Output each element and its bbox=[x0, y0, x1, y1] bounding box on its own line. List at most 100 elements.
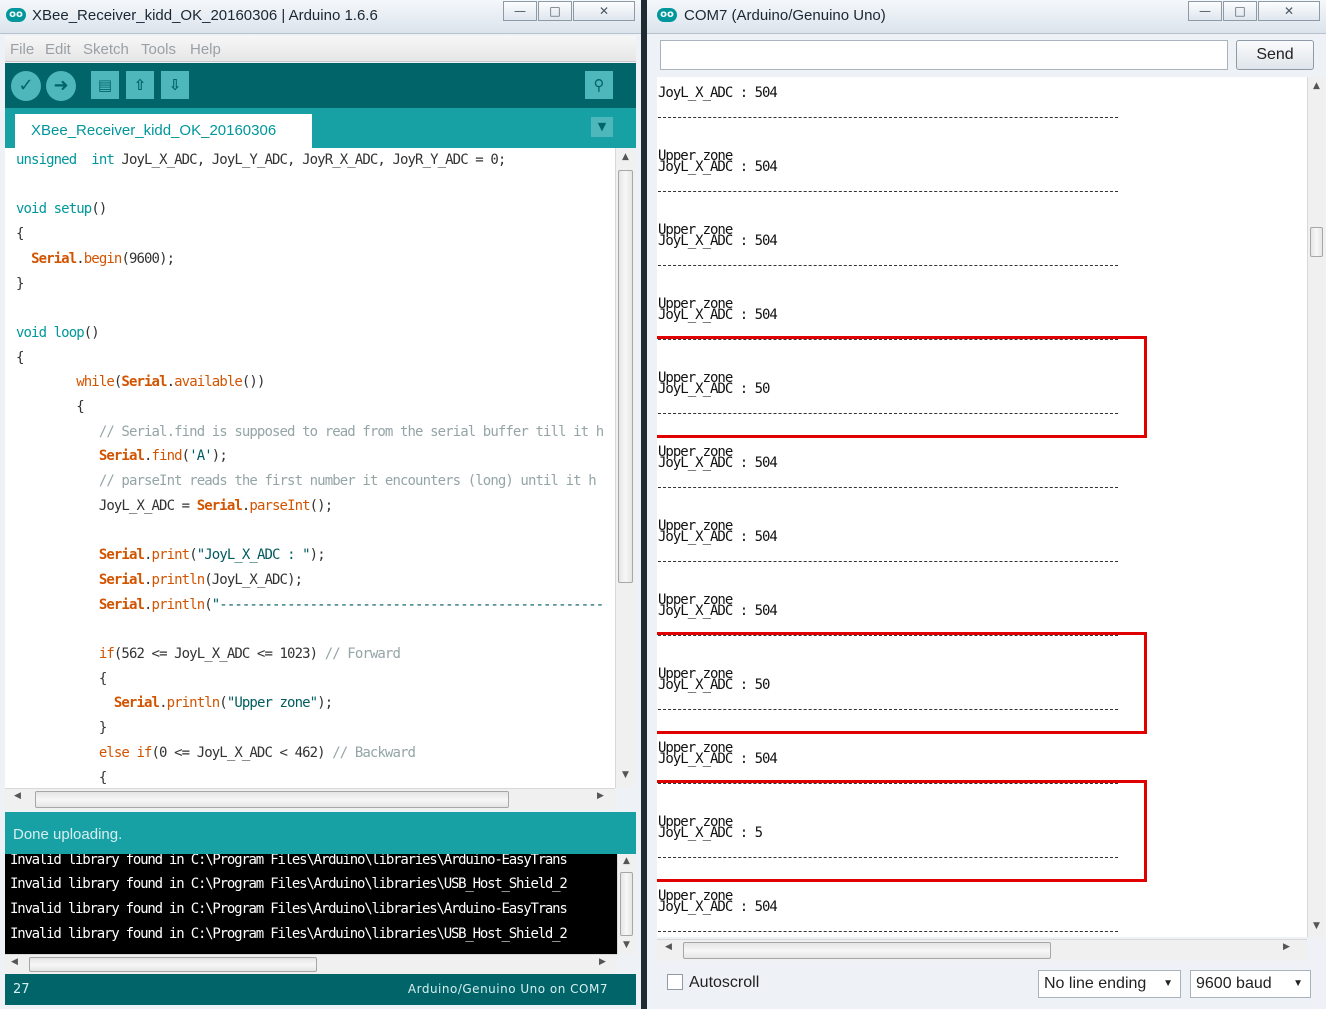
code-token: JoyL_X_ADC = bbox=[16, 497, 197, 514]
code-token: JoyL_X_ADC, JoyL_Y_ADC, JoyR_X_ADC, JoyR… bbox=[113, 152, 506, 168]
code-editor[interactable]: unsigned int JoyL_X_ADC, JoyL_Y_ADC, Joy… bbox=[5, 148, 615, 788]
scroll-thumb[interactable] bbox=[1310, 227, 1323, 257]
code-token: 'A' bbox=[189, 448, 212, 465]
code-line: } bbox=[16, 272, 24, 296]
code-token: println bbox=[151, 596, 206, 613]
code-token: . bbox=[144, 547, 152, 564]
code-token: println bbox=[151, 571, 206, 588]
code-token: . bbox=[76, 250, 84, 267]
serial-send-input[interactable] bbox=[660, 40, 1228, 70]
code-line: { bbox=[16, 346, 24, 370]
serial-horizontal-scrollbar[interactable]: ◀ ▶ bbox=[657, 939, 1307, 961]
code-token: . bbox=[144, 571, 152, 588]
code-token: ( bbox=[189, 547, 197, 564]
code-line: else if(0 <= JoyL_X_ADC < 462) // Backwa… bbox=[16, 741, 416, 765]
scroll-thumb[interactable] bbox=[620, 872, 633, 936]
close-button[interactable]: ✕ bbox=[1258, 1, 1320, 21]
highlight-box bbox=[657, 632, 1147, 734]
code-token: Serial bbox=[98, 571, 145, 588]
code-token: Serial bbox=[98, 448, 145, 465]
scroll-up-icon[interactable]: ▲ bbox=[618, 856, 635, 866]
highlight-box bbox=[657, 336, 1147, 438]
code-token: Serial bbox=[121, 374, 167, 391]
open-icon[interactable]: ⇧ bbox=[126, 71, 154, 99]
menu-file[interactable]: File bbox=[10, 41, 34, 58]
code-line: Serial.print("JoyL_X_ADC : "); bbox=[16, 543, 326, 567]
baud-rate-select[interactable]: 9600 baud ▼ bbox=[1190, 970, 1311, 998]
upload-icon[interactable]: ➜ bbox=[46, 71, 76, 101]
scroll-down-icon[interactable]: ▼ bbox=[616, 770, 635, 780]
serial-output[interactable]: JoyL_X_ADC : 504 Upper zone JoyL_X_ADC : 5… bbox=[657, 77, 1307, 937]
minimize-button[interactable]: — bbox=[503, 1, 537, 21]
scroll-left-icon[interactable]: ◀ bbox=[665, 942, 672, 952]
scroll-down-icon[interactable]: ▼ bbox=[1308, 921, 1325, 931]
scroll-thumb[interactable] bbox=[683, 942, 1051, 959]
code-token: available bbox=[174, 374, 243, 391]
code-token: // Backward bbox=[332, 744, 416, 761]
code-token: ); bbox=[309, 547, 326, 564]
code-token: . bbox=[144, 596, 152, 613]
code-token: () bbox=[91, 201, 107, 218]
code-token: setup bbox=[53, 201, 93, 218]
serial-adc-line: JoyL_X_ADC : 504 bbox=[658, 529, 778, 545]
tab-menu-icon[interactable]: ▼ bbox=[591, 117, 613, 137]
scroll-right-icon[interactable]: ▶ bbox=[599, 957, 606, 967]
code-token: "---------------------------------------… bbox=[211, 596, 604, 613]
save-icon[interactable]: ⇩ bbox=[161, 71, 189, 99]
scroll-thumb[interactable] bbox=[35, 791, 509, 808]
minimize-button[interactable]: — bbox=[1188, 1, 1222, 21]
code-token: (JoyL_X_ADC); bbox=[204, 571, 303, 588]
code-token: // parseInt reads the first number it en… bbox=[98, 473, 597, 490]
maximize-button[interactable]: □ bbox=[538, 1, 572, 21]
ide-footer: 27 Arduino/Genuino Uno on COM7 bbox=[5, 974, 636, 1005]
menu-edit[interactable]: Edit bbox=[45, 41, 71, 58]
scroll-right-icon[interactable]: ▶ bbox=[1283, 942, 1290, 952]
serial-titlebar[interactable]: oo COM7 (Arduino/Genuino Uno) — □ ✕ bbox=[647, 0, 1326, 34]
code-token: "JoyL_X_ADC : " bbox=[196, 547, 311, 564]
scroll-right-icon[interactable]: ▶ bbox=[597, 791, 604, 801]
menu-sketch[interactable]: Sketch bbox=[83, 41, 129, 58]
ide-titlebar[interactable]: oo XBee_Receiver_kidd_OK_20160306 | Ardu… bbox=[0, 0, 641, 34]
serial-adc-line: JoyL_X_ADC : 504 bbox=[658, 751, 778, 767]
verify-icon[interactable]: ✓ bbox=[11, 71, 41, 101]
line-ending-select[interactable]: No line ending ▼ bbox=[1038, 970, 1181, 998]
scroll-left-icon[interactable]: ◀ bbox=[14, 791, 21, 801]
console-output[interactable]: Invalid library found in C:\Program File… bbox=[5, 854, 617, 954]
menu-help[interactable]: Help bbox=[190, 41, 221, 58]
menu-tools[interactable]: Tools bbox=[141, 41, 176, 58]
scroll-up-icon[interactable]: ▲ bbox=[616, 152, 635, 162]
scroll-left-icon[interactable]: ◀ bbox=[11, 957, 18, 967]
serial-separator-line bbox=[658, 487, 1118, 488]
scroll-thumb[interactable] bbox=[29, 957, 317, 972]
console-vertical-scrollbar[interactable]: ▲ ▼ bbox=[617, 854, 635, 954]
autoscroll-checkbox[interactable] bbox=[667, 974, 683, 990]
scroll-thumb[interactable] bbox=[618, 170, 633, 583]
send-button[interactable]: Send bbox=[1236, 40, 1314, 70]
code-token: . bbox=[144, 448, 152, 465]
code-line: { bbox=[16, 222, 24, 246]
editor-vertical-scrollbar[interactable]: ▲ ▼ bbox=[615, 148, 635, 788]
code-token: else if bbox=[98, 744, 153, 761]
maximize-button[interactable]: □ bbox=[1223, 1, 1257, 21]
sketch-tab[interactable]: XBee_Receiver_kidd_OK_20160306 bbox=[15, 114, 312, 148]
editor-horizontal-scrollbar[interactable]: ◀ ▶ bbox=[5, 788, 615, 810]
console-line: Invalid library found in C:\Program File… bbox=[10, 854, 568, 868]
chevron-down-icon: ▼ bbox=[1163, 978, 1173, 989]
scroll-down-icon[interactable]: ▼ bbox=[618, 940, 635, 950]
code-token: println bbox=[166, 695, 221, 712]
serial-monitor-icon[interactable]: ⚲ bbox=[585, 71, 613, 99]
console-horizontal-scrollbar[interactable]: ◀ ▶ bbox=[5, 954, 617, 974]
scroll-up-icon[interactable]: ▲ bbox=[1308, 81, 1325, 91]
code-line: // Serial.find is supposed to read from … bbox=[16, 420, 604, 444]
code-token: begin bbox=[83, 250, 123, 267]
close-button[interactable]: ✕ bbox=[573, 1, 635, 21]
code-token: { bbox=[16, 226, 24, 243]
new-icon[interactable]: ▤ bbox=[91, 71, 119, 99]
code-line: Serial.find('A'); bbox=[16, 444, 228, 468]
serial-vertical-scrollbar[interactable]: ▲ ▼ bbox=[1307, 77, 1325, 937]
